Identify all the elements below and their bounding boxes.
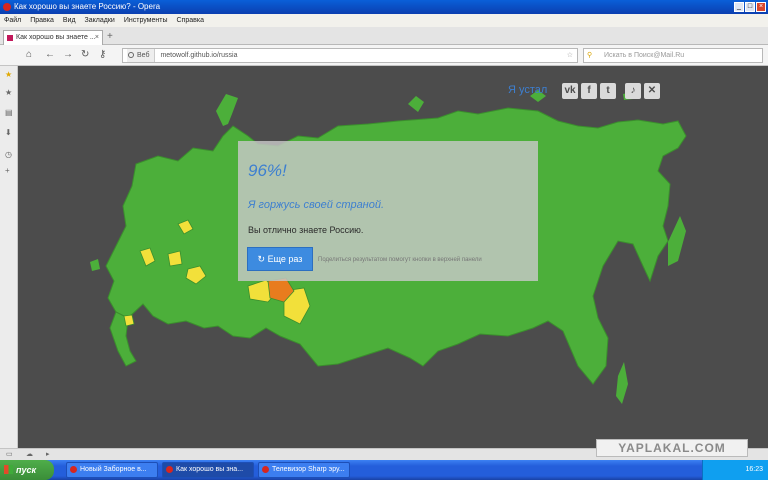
taskbar-item-2[interactable]: Как хорошо вы зна... [162,462,254,478]
map-region-yellow-5 [123,314,135,327]
opera-task-icon [166,466,173,473]
reload-icon[interactable]: ↻ [81,49,89,61]
clock: 16:23 [745,466,763,473]
window-titlebar: Как хорошо вы знаете Россию? - Opera _ □… [0,0,768,14]
windows-logo-icon [4,465,13,474]
taskbar-item-1[interactable]: Новый Заборное в... [66,462,158,478]
taskbar: пуск Новый Заборное в... Как хорошо вы з… [0,460,768,480]
facebook-share-icon[interactable]: f [581,83,597,99]
close-icon[interactable]: ✕ [644,83,660,99]
panel-toggle-icon[interactable]: ▭ [6,450,13,458]
notes-icon[interactable]: ▤ [5,108,13,117]
globe-icon [128,52,134,58]
key-icon[interactable]: ⚷ [99,49,106,61]
new-tab-button[interactable]: + [107,31,113,42]
back-icon[interactable]: ← [45,49,55,61]
vk-share-icon[interactable]: vk [562,83,578,99]
map-novaya-zemlya [216,94,238,126]
minimize-button[interactable]: _ [734,2,744,12]
watermark: YAPLAKAL.COM [596,439,748,457]
result-percent: 96%! [248,161,287,180]
result-panel: 96%! Я горжусь своей страной. Вы отлично… [238,141,538,281]
sound-icon[interactable]: ♪ [625,83,641,99]
tab-bar: Как хорошо вы знаете ... × + [0,27,768,45]
result-proud-text: Я горжусь своей страной. [248,199,385,211]
tab-active[interactable]: Как хорошо вы знаете ... × [3,30,103,45]
turbo-icon[interactable]: ▸ [46,450,50,458]
downloads-icon[interactable]: ⬇ [5,128,12,137]
map-sakhalin [616,362,628,404]
play-again-button[interactable]: ↻ Еще раз [247,247,313,271]
address-toolbar: ⌂ ← → ↻ ⚷ Веб metowolf.github.io/russia … [0,45,768,66]
speed-dial-star-icon[interactable]: ★ [5,70,12,79]
close-window-button[interactable]: × [756,2,766,12]
address-label: Веб [127,49,155,62]
search-placeholder: Искать в Поиск@Mail.Ru [604,52,685,59]
tired-link[interactable]: Я устал [508,84,547,96]
map-severnaya-zemlya [408,96,424,112]
maximize-button[interactable]: □ [745,2,755,12]
window-title: Как хорошо вы знаете Россию? - Opera [14,2,161,11]
menu-file[interactable]: Файл [4,14,21,27]
taskbar-item-3[interactable]: Телевизор Sharp эру... [258,462,350,478]
cloud-icon[interactable]: ☁ [26,450,33,458]
forward-icon[interactable]: → [63,49,73,61]
home-icon[interactable]: ⌂ [26,49,32,61]
history-icon[interactable]: ◷ [5,150,12,159]
twitter-share-icon[interactable]: t [600,83,616,99]
search-field[interactable]: ⚲ Искать в Поиск@Mail.Ru [583,48,763,63]
menu-edit[interactable]: Правка [30,14,54,27]
bookmark-star-icon[interactable]: ☆ [567,49,573,62]
side-panel: ★ ★ ▤ ⬇ ◷ + [0,66,18,448]
search-engine-icon: ⚲ [587,52,593,59]
menu-tools[interactable]: Инструменты [124,14,168,27]
opera-task-icon [70,466,77,473]
menu-bookmarks[interactable]: Закладки [85,14,115,27]
bookmarks-star-icon[interactable]: ★ [5,88,12,97]
system-tray: 16:23 [702,460,768,480]
opera-logo-icon [3,3,11,11]
result-verdict: Вы отлично знаете Россию. [248,225,364,235]
menu-bar: Файл Правка Вид Закладки Инструменты Спр… [0,14,768,27]
add-panel-icon[interactable]: + [5,166,10,175]
tab-title: Как хорошо вы знаете ... [16,34,96,41]
share-hint: Поделиться результатом помогут кнопки в … [318,257,482,263]
map-region-yellow-3 [167,250,183,267]
tab-close-button[interactable]: × [95,31,99,45]
map-kaliningrad [90,259,100,271]
menu-view[interactable]: Вид [63,14,76,27]
favicon-icon [7,35,13,41]
window-controls: _ □ × [734,2,766,12]
start-button[interactable]: пуск [0,460,54,480]
page-content: Я устал vk f t ♪ ✕ 96%! Я горжусь своей … [18,66,768,448]
opera-task-icon [262,466,269,473]
map-kamchatka [668,216,686,266]
address-url: metowolf.github.io/russia [160,52,238,59]
menu-help[interactable]: Справка [177,14,204,27]
address-field[interactable]: Веб metowolf.github.io/russia ☆ [122,48,578,63]
